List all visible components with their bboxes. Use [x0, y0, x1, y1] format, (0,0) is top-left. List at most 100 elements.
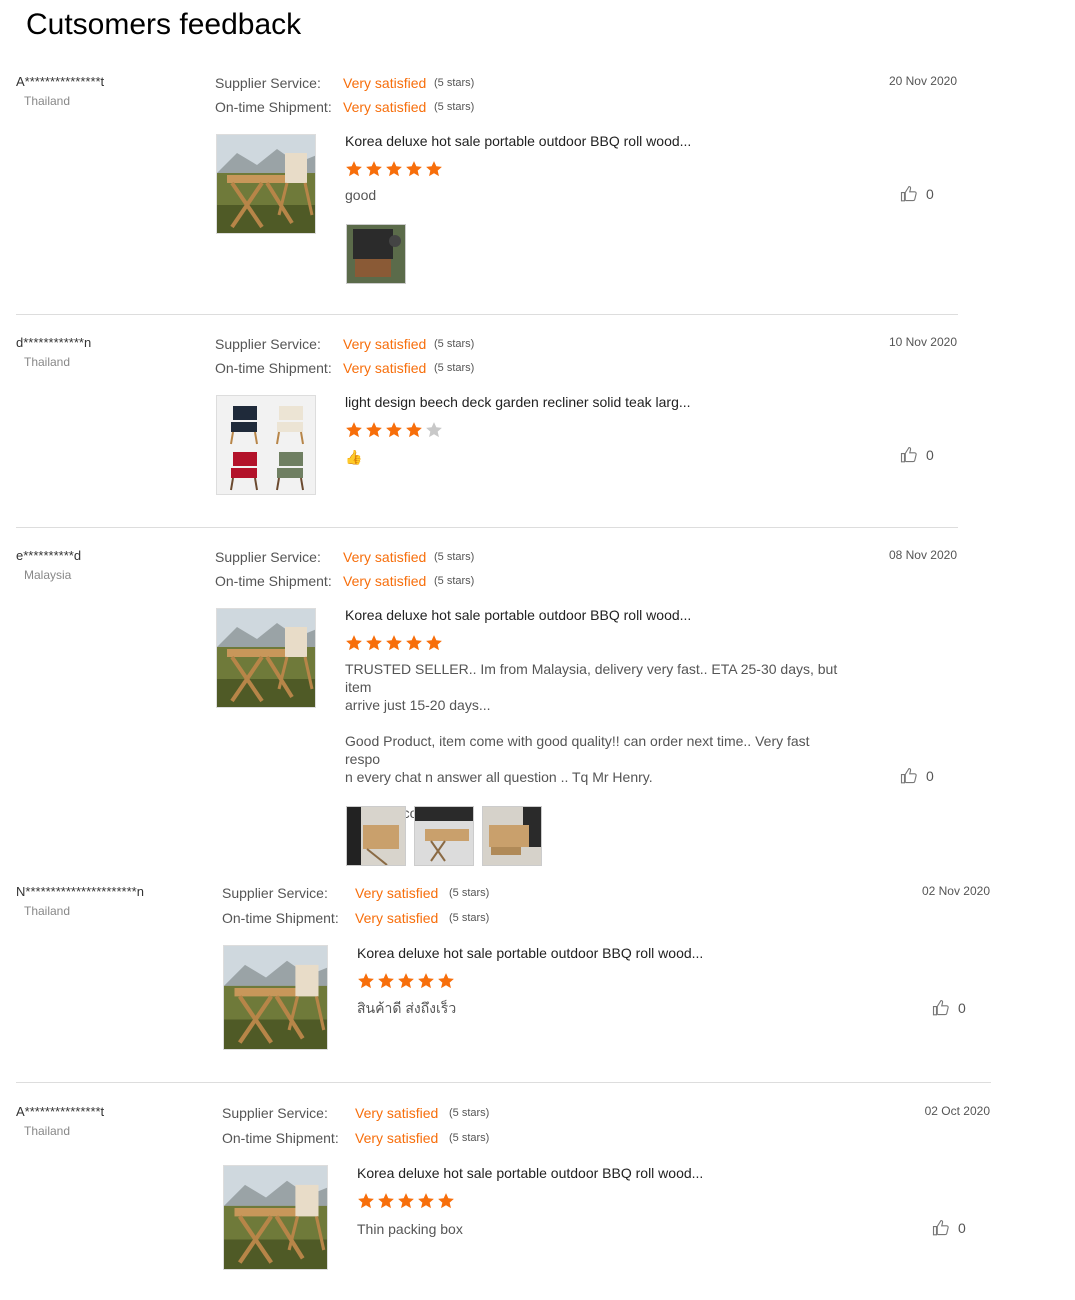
chairs-image — [230, 406, 304, 491]
star-icon — [346, 161, 362, 177]
product-thumbnail[interactable] — [223, 945, 328, 1050]
product-link[interactable]: Korea deluxe hot sale portable outdoor B… — [357, 945, 703, 961]
comment-line: TRUSTED SELLER.. Im from Malaysia, deliv… — [345, 661, 838, 695]
supplier-service-label: Supplier Service: — [215, 336, 321, 352]
review-photo[interactable] — [414, 806, 474, 866]
ontime-shipment-stars: (5 stars) — [434, 575, 475, 587]
supplier-service-stars: (5 stars) — [434, 338, 475, 350]
star-icon — [346, 635, 362, 651]
ontime-shipment-label: On-time Shipment: — [215, 573, 332, 589]
product-link[interactable]: Korea deluxe hot sale portable outdoor B… — [345, 133, 691, 149]
comment-line — [345, 714, 845, 732]
divider — [16, 1082, 991, 1083]
ontime-shipment-rating: Very satisfied — [343, 99, 427, 115]
ontime-shipment-rating: Very satisfied — [355, 1130, 439, 1146]
like-button[interactable]: 0 — [932, 1219, 966, 1237]
review-comment: สินค้าดี ส่งถึงเร็ว — [357, 1000, 457, 1016]
review-photo[interactable] — [346, 806, 406, 866]
supplier-service-rating: Very satisfied — [355, 1105, 439, 1121]
thumbs-up-icon — [900, 446, 917, 463]
star-icon — [426, 161, 442, 177]
thumbs-up-icon — [932, 999, 949, 1016]
bbq-grill-photo — [347, 225, 405, 283]
review-item: d************n Thailand Supplier Service… — [16, 335, 958, 505]
comment-line: arrive just 15-20 days... — [345, 697, 491, 713]
product-link[interactable]: light design beech deck garden recliner … — [345, 394, 691, 410]
star-icon — [346, 422, 362, 438]
supplier-service-stars: (5 stars) — [434, 551, 475, 563]
reviewer-name: e**********d — [16, 548, 82, 563]
supplier-service-rating: Very satisfied — [343, 336, 427, 352]
review-comment: Thin packing box — [357, 1221, 463, 1237]
star-icon — [386, 635, 402, 651]
supplier-service-rating: Very satisfied — [343, 549, 427, 565]
like-count: 0 — [958, 1220, 966, 1236]
ontime-shipment-label: On-time Shipment: — [222, 1130, 339, 1146]
product-rating — [345, 634, 443, 652]
supplier-service-rating: Very satisfied — [343, 75, 427, 91]
divider — [16, 314, 958, 315]
like-count: 0 — [926, 768, 934, 784]
wood-table-image — [224, 1166, 327, 1269]
star-icon — [378, 1193, 394, 1209]
star-icon — [406, 161, 422, 177]
star-icon — [406, 422, 422, 438]
product-rating — [357, 1192, 455, 1210]
star-icon — [418, 973, 434, 989]
review-item: A***************t Thailand Supplier Serv… — [16, 1104, 991, 1284]
ontime-shipment-stars: (5 stars) — [434, 101, 475, 113]
review-item: A***************t Thailand Supplier Serv… — [16, 74, 958, 294]
star-icon — [398, 973, 414, 989]
supplier-service-label: Supplier Service: — [222, 885, 328, 901]
star-icon — [378, 973, 394, 989]
like-count: 0 — [926, 186, 934, 202]
review-date: 02 Nov 2020 — [921, 884, 990, 898]
product-link[interactable]: Korea deluxe hot sale portable outdoor B… — [357, 1165, 703, 1181]
reviewer-country: Thailand — [24, 355, 71, 369]
ontime-shipment-stars: (5 stars) — [449, 912, 490, 924]
product-link[interactable]: Korea deluxe hot sale portable outdoor B… — [345, 607, 691, 623]
reviewer-name: N**********************n — [16, 884, 144, 899]
like-count: 0 — [958, 1000, 966, 1016]
star-icon — [406, 635, 422, 651]
wood-table-image — [224, 946, 327, 1049]
like-button[interactable]: 0 — [900, 185, 934, 203]
supplier-service-label: Supplier Service: — [215, 549, 321, 565]
reviewer-country: Malaysia — [24, 568, 72, 582]
product-thumbnail[interactable] — [216, 608, 316, 708]
star-icon — [438, 1193, 454, 1209]
comment-line: n every chat n answer all question .. Tq… — [345, 769, 653, 785]
ontime-shipment-rating: Very satisfied — [355, 910, 439, 926]
supplier-service-label: Supplier Service: — [222, 1105, 328, 1121]
page-title: Cutsomers feedback — [26, 8, 302, 41]
supplier-service-label: Supplier Service: — [215, 75, 321, 91]
ontime-shipment-label: On-time Shipment: — [215, 99, 332, 115]
ontime-shipment-stars: (5 stars) — [449, 1132, 490, 1144]
product-thumbnail[interactable] — [216, 134, 316, 234]
star-icon — [386, 161, 402, 177]
ontime-shipment-stars: (5 stars) — [434, 362, 475, 374]
table-photo-2 — [415, 807, 473, 865]
comment-line — [345, 786, 845, 804]
thumbs-up-icon — [900, 185, 917, 202]
star-icon — [426, 635, 442, 651]
review-date: 20 Nov 2020 — [888, 74, 957, 88]
product-thumbnail[interactable] — [223, 1165, 328, 1270]
product-thumbnail[interactable] — [216, 395, 316, 495]
review-comment: good — [345, 187, 377, 203]
product-rating — [345, 160, 443, 178]
review-photo[interactable] — [482, 806, 542, 866]
like-button[interactable]: 0 — [900, 446, 934, 464]
divider — [16, 527, 958, 528]
wood-table-image — [217, 609, 315, 707]
like-button[interactable]: 0 — [900, 767, 934, 785]
star-icon — [366, 161, 382, 177]
product-rating — [357, 972, 455, 990]
like-button[interactable]: 0 — [932, 999, 966, 1017]
review-photo[interactable] — [346, 224, 406, 284]
review-item: N**********************n Thailand Suppli… — [16, 884, 991, 1064]
review-comment: 👍 — [345, 449, 363, 465]
ontime-shipment-rating: Very satisfied — [343, 360, 427, 376]
star-icon — [358, 1193, 374, 1209]
like-count: 0 — [926, 447, 934, 463]
